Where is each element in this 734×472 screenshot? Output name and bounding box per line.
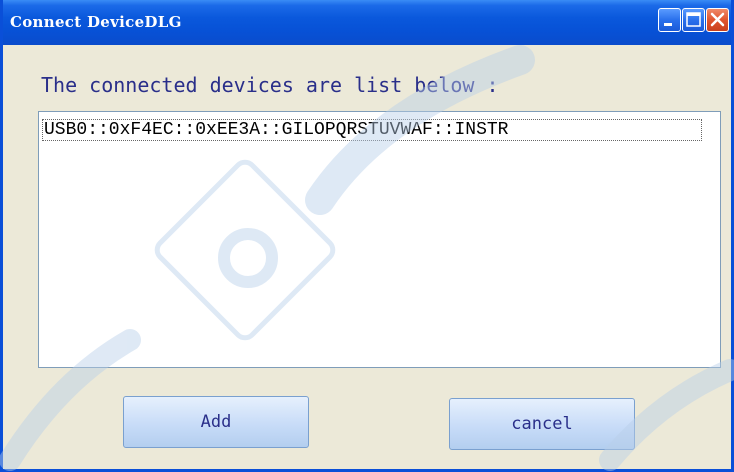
close-icon (710, 12, 725, 27)
maximize-button[interactable] (682, 8, 705, 32)
devices-prompt-label: The connected devices are list below : (41, 73, 499, 97)
title-bar[interactable]: Connect DeviceDLG (3, 0, 731, 45)
connect-device-dialog: Connect DeviceDLG The connected devices … (0, 0, 734, 472)
device-list[interactable]: USB0::0xF4EC::0xEE3A::GILOPQRSTUVWAF::IN… (38, 111, 721, 368)
minimize-icon (664, 23, 672, 26)
add-button[interactable]: Add (123, 396, 309, 448)
cancel-button[interactable]: cancel (449, 398, 635, 450)
minimize-button[interactable] (658, 8, 681, 32)
window-title: Connect DeviceDLG (10, 13, 182, 31)
close-button[interactable] (706, 8, 729, 32)
maximize-icon (686, 12, 701, 27)
list-item[interactable]: USB0::0xF4EC::0xEE3A::GILOPQRSTUVWAF::IN… (42, 119, 702, 141)
